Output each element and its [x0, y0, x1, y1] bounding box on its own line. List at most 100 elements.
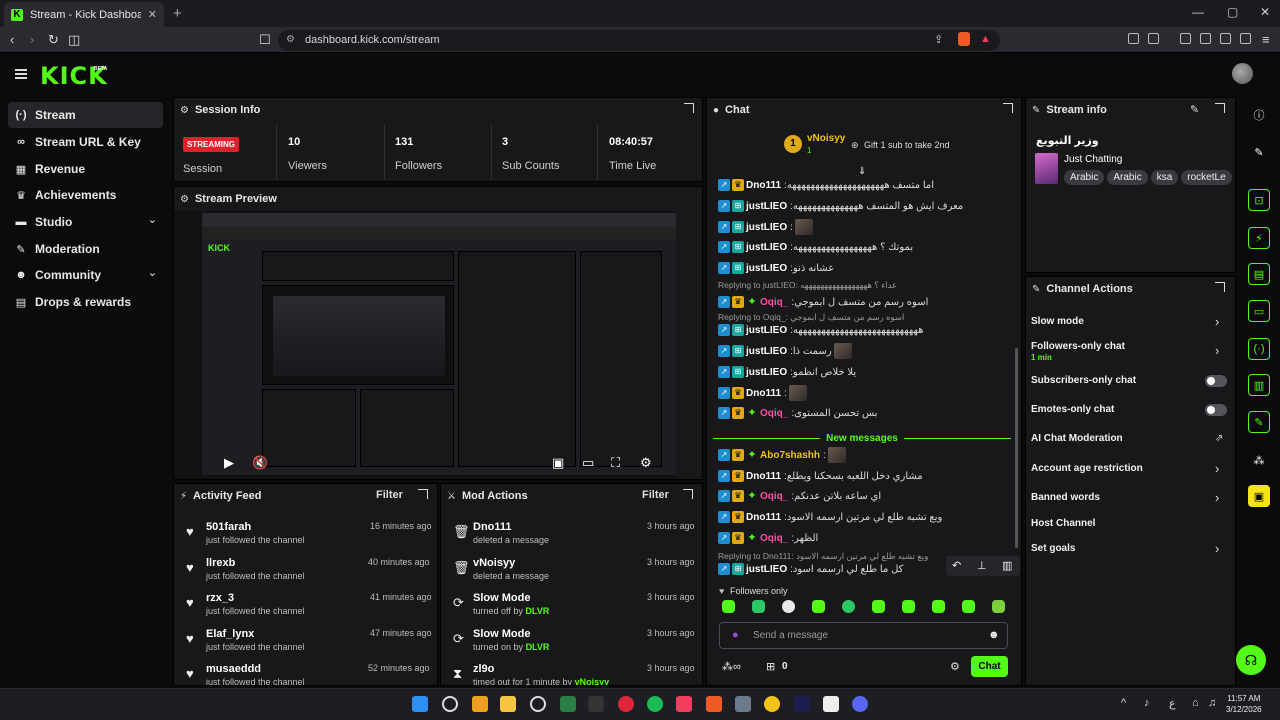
layout-icon[interactable]: ▥: [1248, 374, 1270, 396]
chat-message[interactable]: ↗ ⊞ justLIEO: هههههههههههههههههههههههههههه: [718, 321, 1018, 339]
document-icon[interactable]: ▤: [1248, 263, 1270, 285]
hamburger-menu-icon[interactable]: [15, 69, 27, 79]
emote[interactable]: [752, 600, 765, 613]
sidebar-item-studio[interactable]: ▬ Studio ⌄: [8, 209, 163, 235]
sidebar-item-stream[interactable]: (·) Stream: [8, 102, 163, 128]
filter-button[interactable]: Filter: [376, 489, 403, 501]
action-account-age[interactable]: Account age restriction: [1031, 463, 1143, 474]
popout-icon[interactable]: [1003, 103, 1013, 113]
mute-icon[interactable]: 🔇: [252, 455, 268, 471]
chat-username[interactable]: Dno111: [746, 471, 781, 482]
info-icon[interactable]: ⓘ: [1248, 104, 1270, 126]
popout-icon[interactable]: [683, 489, 693, 499]
volume-icon[interactable]: ♫: [1208, 697, 1216, 709]
emote[interactable]: [872, 600, 885, 613]
close-window-button[interactable]: ✕: [1260, 5, 1270, 19]
chat-username[interactable]: justLIEO: [746, 564, 787, 575]
edit-icon[interactable]: ✎: [1190, 103, 1199, 116]
chevron-right-icon[interactable]: ›: [1215, 343, 1219, 358]
chat-message[interactable]: ↗ ⊞ justLIEO: رسمت ذا: [718, 342, 1018, 360]
chat-username[interactable]: justLIEO: [746, 263, 787, 274]
emoji-icon[interactable]: ☻: [988, 629, 1000, 641]
chat-message[interactable]: ↗ ♛ ✦ Abo7shashh:: [718, 446, 1018, 464]
extension-icon[interactable]: [1148, 33, 1159, 44]
top-gifter-name[interactable]: vNoisyy: [807, 133, 845, 144]
emote-image[interactable]: [794, 219, 813, 235]
menu-icon[interactable]: ≡: [1262, 32, 1270, 47]
sidebar-item-drops-rewards[interactable]: ▤ Drops & rewards: [8, 289, 163, 315]
microphone-icon[interactable]: ♪: [1144, 697, 1150, 709]
leo-ai-icon[interactable]: [1240, 33, 1251, 44]
action-followers-only[interactable]: Followers-only chat 1 min: [1031, 341, 1125, 362]
emote-image[interactable]: [827, 447, 846, 463]
popout-icon[interactable]: [684, 103, 694, 113]
brave-shield-icon[interactable]: [958, 32, 970, 46]
gift-box-icon[interactable]: ⊞: [766, 660, 775, 673]
reply-icon[interactable]: ↶: [952, 559, 961, 572]
username[interactable]: musaeddd: [206, 663, 261, 675]
tab-close-icon[interactable]: ✕: [148, 8, 157, 21]
chat-message[interactable]: ↗ ♛ ✦ Oqiq_: اي ساعه بلاتن عدنكم: [718, 487, 1018, 505]
spotify-icon[interactable]: [647, 696, 663, 712]
pip-icon[interactable]: ▣: [552, 455, 564, 471]
app-icon[interactable]: [472, 696, 488, 712]
chat-username[interactable]: Abo7shashh: [760, 450, 820, 461]
help-headset-icon[interactable]: ☊: [1236, 645, 1266, 675]
emote[interactable]: [782, 600, 795, 613]
chat-message[interactable]: ↗ ♛ Dno111: اما متسف ههههههههههههههههههههه…: [718, 176, 1018, 194]
chat-message[interactable]: ↗ ♛ Dno111: ويع تشبه طلع لي مرتين ارسمه ال…: [718, 508, 1018, 526]
chat-settings-icon[interactable]: ⚙: [950, 660, 960, 673]
popout-icon[interactable]: [418, 489, 428, 499]
site-info-icon[interactable]: ⚙: [286, 34, 295, 45]
chat-username[interactable]: justLIEO: [746, 242, 787, 253]
chat-username[interactable]: Dno111: [746, 180, 781, 191]
address-bar[interactable]: ⚙ dashboard.kick.com/stream ⇪ ▲: [278, 30, 1000, 51]
emote-image[interactable]: [788, 385, 807, 401]
browser-tab[interactable]: K Stream - Kick Dashboard ✕: [4, 2, 164, 27]
username[interactable]: 501farah: [206, 521, 251, 533]
action-set-goals[interactable]: Set goals: [1031, 543, 1075, 554]
username[interactable]: rzx_3: [206, 592, 234, 604]
network-icon[interactable]: ⌂: [1192, 697, 1199, 709]
theater-icon[interactable]: ▭: [582, 455, 594, 471]
reply-context[interactable]: Replying to Oqiq_: اسوه رسم من متسف ل اب…: [718, 312, 904, 323]
chat-icon[interactable]: ▭: [1248, 300, 1270, 322]
chat-message[interactable]: ↗ ♛ Dno111:: [718, 384, 1018, 402]
chat-username[interactable]: Dno111: [746, 388, 781, 399]
emote[interactable]: [842, 600, 855, 613]
new-tab-button[interactable]: +: [173, 5, 182, 22]
reply-context[interactable]: Replying to Dno111: ويع تشبه طلع لي مرتي…: [718, 551, 928, 562]
sidebar-item-moderation[interactable]: ✎ Moderation: [8, 236, 163, 262]
popout-icon[interactable]: [1215, 282, 1225, 292]
chat-username[interactable]: justLIEO: [746, 201, 787, 212]
broadcast-icon[interactable]: (·): [1248, 338, 1270, 360]
chat-username[interactable]: Dno111: [746, 512, 781, 523]
emote[interactable]: [992, 600, 1005, 613]
sidebar-toggle-icon[interactable]: ◫: [68, 32, 80, 48]
wrench-icon[interactable]: ✎: [1248, 411, 1270, 433]
fullscreen-icon[interactable]: ⛶: [611, 455, 620, 471]
sidebar-item-community[interactable]: ☻ Community ⌄: [8, 262, 163, 288]
new-messages-divider[interactable]: New messages: [713, 432, 1011, 444]
chat-message[interactable]: ↗ ⊞ justLIEO: بموتك ؟ هههههههههههههههههه: [718, 238, 1018, 256]
app-icon[interactable]: [588, 696, 604, 712]
tray-chevron-icon[interactable]: ^: [1121, 697, 1126, 709]
emotes-only-toggle[interactable]: [1205, 404, 1227, 416]
subscribers-only-toggle[interactable]: [1205, 375, 1227, 387]
minimize-button[interactable]: —: [1192, 5, 1204, 19]
popout-icon[interactable]: [1215, 103, 1225, 113]
bookmark-icon[interactable]: ☐: [259, 32, 271, 48]
chat-username[interactable]: justLIEO: [746, 367, 787, 378]
emote[interactable]: [722, 600, 735, 613]
chat-message[interactable]: ↗ ⊞ justLIEO: عشانه ذنو: [718, 259, 1018, 277]
brave-rewards-icon[interactable]: ▲: [980, 33, 991, 45]
app-icon[interactable]: [530, 696, 546, 712]
delete-icon[interactable]: ▥: [1002, 559, 1012, 572]
chat-message[interactable]: ↗ ♛ ✦ Oqiq_: الظهر: [718, 529, 1018, 547]
people-icon[interactable]: ⁂: [1248, 449, 1270, 471]
after-effects-icon[interactable]: [794, 696, 810, 712]
clapper-icon[interactable]: ▣: [1248, 485, 1270, 507]
sidebar-item-revenue[interactable]: ▦ Revenue: [8, 156, 163, 182]
chevron-right-icon[interactable]: ›: [1215, 461, 1219, 476]
chat-message[interactable]: ↗ ♛ Dno111: مشاري دخل اللعبه بسحكنا ويطلع: [718, 467, 1018, 485]
